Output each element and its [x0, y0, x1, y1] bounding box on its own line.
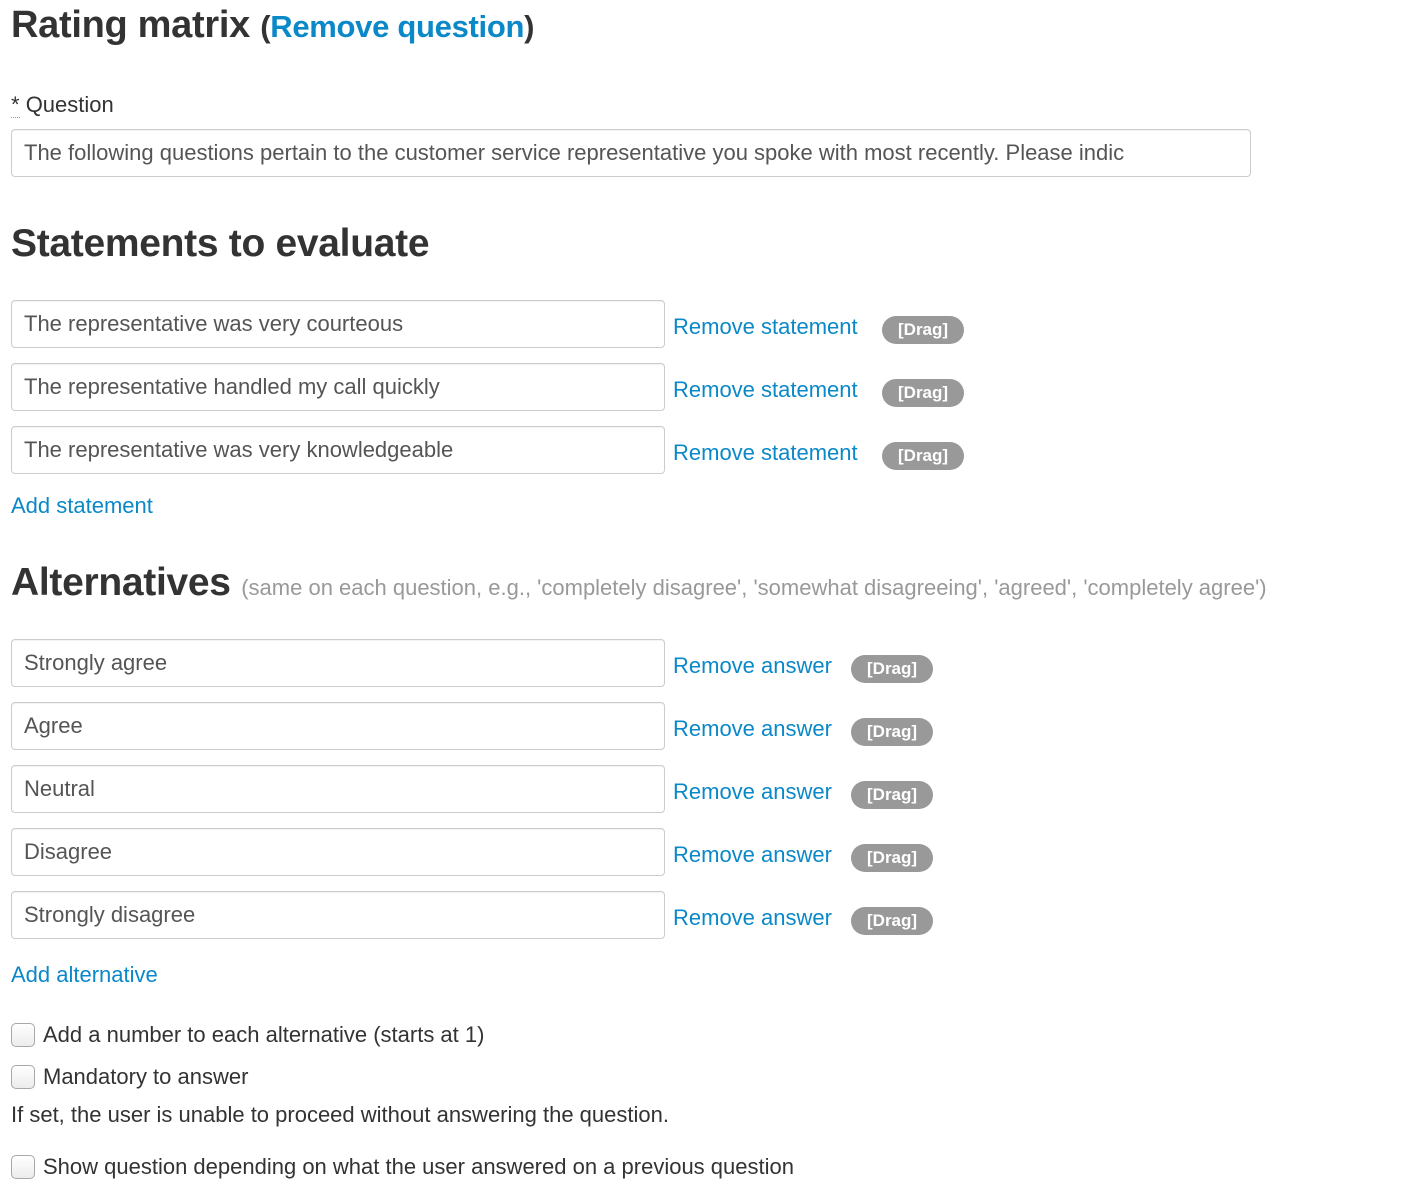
alternatives-heading-text: Alternatives [11, 561, 231, 604]
question-label-text: Question [25, 92, 114, 117]
question-label: * Question [11, 92, 114, 118]
statement-input[interactable]: The representative handled my call quick… [11, 363, 665, 411]
drag-handle[interactable]: [Drag] [882, 442, 965, 470]
remove-statement-link[interactable]: Remove statement [673, 377, 858, 403]
statement-row: The representative handled my call quick… [11, 363, 1111, 411]
remove-statement-link[interactable]: Remove statement [673, 314, 858, 340]
mandatory-help-text: If set, the user is unable to proceed wi… [11, 1102, 669, 1127]
drag-handle[interactable]: [Drag] [851, 655, 934, 683]
drag-handle[interactable]: [Drag] [851, 844, 934, 872]
statement-row: The representative was very courteous Re… [11, 300, 1111, 348]
numbering-label[interactable]: Add a number to each alternative (starts… [43, 1021, 484, 1049]
question-type-title: Rating matrix (Remove question) [11, 4, 534, 47]
alternatives-heading: Alternatives (same on each question, e.g… [11, 561, 1267, 605]
mandatory-label[interactable]: Mandatory to answer [43, 1063, 248, 1091]
mandatory-checkbox[interactable] [11, 1065, 35, 1089]
alternative-row: Neutral Remove answer [Drag] [11, 765, 1111, 813]
statement-input[interactable]: The representative was very courteous [11, 300, 665, 348]
alternatives-hint: (same on each question, e.g., 'completel… [241, 575, 1267, 600]
alternative-input[interactable]: Strongly disagree [11, 891, 665, 939]
remove-statement-link[interactable]: Remove statement [673, 440, 858, 466]
required-marker: * [11, 92, 20, 118]
statement-row: The representative was very knowledgeabl… [11, 426, 1111, 474]
alternative-input[interactable]: Neutral [11, 765, 665, 813]
statements-heading: Statements to evaluate [11, 222, 430, 265]
drag-handle[interactable]: [Drag] [882, 316, 965, 344]
add-alternative-link[interactable]: Add alternative [11, 962, 158, 988]
remove-answer-link[interactable]: Remove answer [673, 905, 832, 931]
drag-handle[interactable]: [Drag] [851, 907, 934, 935]
open-paren: ( [260, 9, 271, 44]
alternative-row: Disagree Remove answer [Drag] [11, 828, 1111, 876]
drag-handle[interactable]: [Drag] [851, 781, 934, 809]
alternative-row: Strongly agree Remove answer [Drag] [11, 639, 1111, 687]
remove-answer-link[interactable]: Remove answer [673, 653, 832, 679]
statement-input[interactable]: The representative was very knowledgeabl… [11, 426, 665, 474]
title-text: Rating matrix [11, 4, 250, 46]
conditional-checkbox[interactable] [11, 1155, 35, 1179]
numbering-checkbox[interactable] [11, 1023, 35, 1047]
drag-handle[interactable]: [Drag] [882, 379, 965, 407]
alternative-row: Agree Remove answer [Drag] [11, 702, 1111, 750]
remove-answer-link[interactable]: Remove answer [673, 842, 832, 868]
alternative-input[interactable]: Disagree [11, 828, 665, 876]
alternative-input[interactable]: Strongly agree [11, 639, 665, 687]
remove-question-link[interactable]: Remove question [270, 9, 524, 44]
add-statement-link[interactable]: Add statement [11, 493, 153, 519]
drag-handle[interactable]: [Drag] [851, 718, 934, 746]
remove-answer-link[interactable]: Remove answer [673, 779, 832, 805]
alternative-input[interactable]: Agree [11, 702, 665, 750]
question-input[interactable]: The following questions pertain to the c… [11, 129, 1251, 177]
alternative-row: Strongly disagree Remove answer [Drag] [11, 891, 1111, 939]
close-paren: ) [524, 9, 535, 44]
remove-answer-link[interactable]: Remove answer [673, 716, 832, 742]
conditional-label[interactable]: Show question depending on what the user… [43, 1153, 794, 1181]
